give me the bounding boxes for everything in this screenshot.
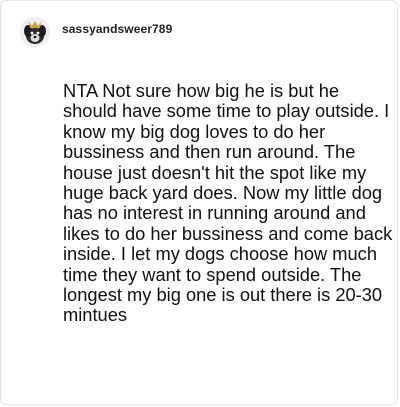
avatar[interactable] bbox=[20, 17, 50, 47]
username[interactable]: sassyandsweer789 bbox=[62, 22, 172, 36]
comment-header: sassyandsweer789 bbox=[20, 17, 172, 47]
comment-text: NTA Not sure how big he is but he should… bbox=[63, 80, 393, 326]
dog-avatar-icon bbox=[20, 17, 50, 47]
comment-card: sassyandsweer789 NTA Not sure how big he… bbox=[0, 0, 398, 405]
